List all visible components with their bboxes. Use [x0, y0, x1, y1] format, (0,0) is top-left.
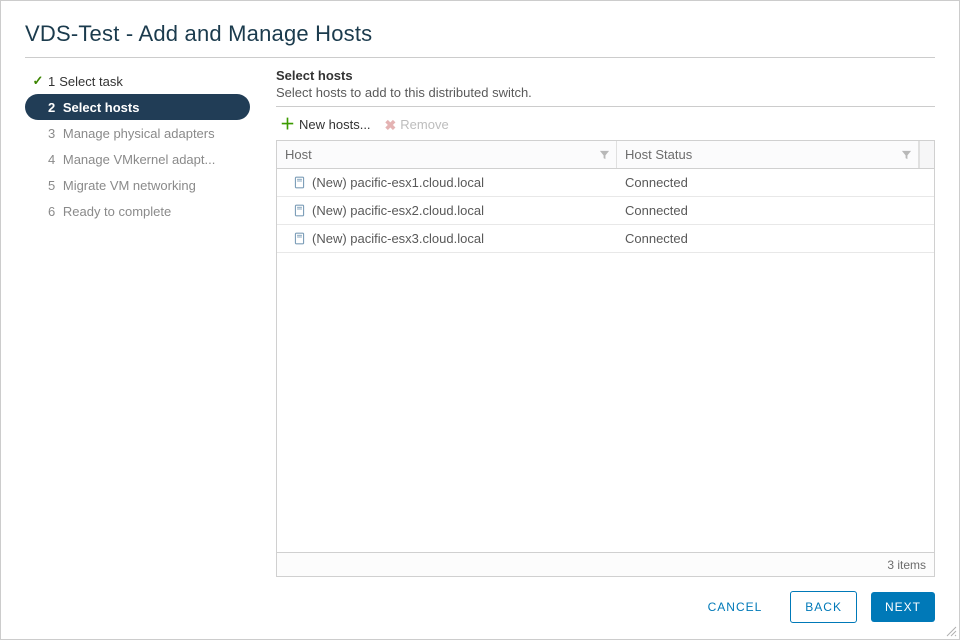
column-label: Host Status	[625, 147, 692, 162]
filter-icon[interactable]	[599, 149, 610, 160]
dialog-content: ✓ 1 Select task 2 Select hosts 3 Manage …	[25, 58, 935, 577]
step-number: 1	[48, 74, 55, 89]
table-row[interactable]: (New) pacific-esx2.cloud.local Connected	[277, 197, 934, 225]
step-migrate-vm-networking: 5 Migrate VM networking	[25, 172, 250, 198]
wizard-dialog: VDS-Test - Add and Manage Hosts ✓ 1 Sele…	[0, 0, 960, 640]
status-cell: Connected	[617, 231, 934, 246]
remove-button: ✖ Remove	[385, 117, 449, 132]
step-label: Select task	[59, 74, 123, 89]
step-label: Select hosts	[63, 100, 140, 115]
host-name: (New) pacific-esx2.cloud.local	[312, 203, 484, 218]
host-name: (New) pacific-esx3.cloud.local	[312, 231, 484, 246]
table-row[interactable]: (New) pacific-esx3.cloud.local Connected	[277, 225, 934, 253]
host-cell: (New) pacific-esx1.cloud.local	[277, 175, 617, 190]
new-hosts-label: New hosts...	[299, 117, 371, 132]
step-label: Ready to complete	[63, 204, 171, 219]
resize-handle-icon[interactable]	[946, 626, 957, 637]
step-ready-to-complete: 6 Ready to complete	[25, 198, 250, 224]
next-button[interactable]: NEXT	[871, 592, 935, 622]
host-cell: (New) pacific-esx2.cloud.local	[277, 203, 617, 218]
step-select-task[interactable]: ✓ 1 Select task	[25, 68, 250, 94]
status-cell: Connected	[617, 203, 934, 218]
grid-header: Host Host Status	[277, 141, 934, 169]
section-subtitle: Select hosts to add to this distributed …	[276, 85, 935, 100]
items-count: 3 items	[887, 558, 926, 572]
remove-icon: ✖	[385, 118, 397, 132]
step-manage-physical-adapters: 3 Manage physical adapters	[25, 120, 250, 146]
remove-label: Remove	[400, 117, 448, 132]
new-hosts-button[interactable]: ＋ New hosts...	[280, 117, 371, 132]
column-header-host[interactable]: Host	[277, 141, 617, 168]
step-select-hosts[interactable]: 2 Select hosts	[25, 94, 250, 120]
step-label: Manage physical adapters	[63, 126, 215, 141]
dialog-title: VDS-Test - Add and Manage Hosts	[25, 21, 935, 58]
host-icon	[293, 204, 306, 217]
back-button[interactable]: BACK	[790, 591, 857, 623]
step-number: 5	[48, 178, 55, 193]
scrollbar-gutter	[919, 141, 934, 168]
grid-footer: 3 items	[277, 552, 934, 576]
main-panel: Select hosts Select hosts to add to this…	[250, 58, 935, 577]
plus-icon: ＋	[280, 117, 295, 132]
host-icon	[293, 232, 306, 245]
table-row[interactable]: (New) pacific-esx1.cloud.local Connected	[277, 169, 934, 197]
step-label: Manage VMkernel adapt...	[63, 152, 215, 167]
step-manage-vmkernel-adapters: 4 Manage VMkernel adapt...	[25, 146, 250, 172]
column-label: Host	[285, 147, 312, 162]
filter-icon[interactable]	[901, 149, 912, 160]
dialog-footer: CANCEL BACK NEXT	[25, 577, 935, 623]
step-number: 3	[48, 126, 55, 141]
wizard-steps-sidebar: ✓ 1 Select task 2 Select hosts 3 Manage …	[25, 58, 250, 577]
step-number: 2	[48, 100, 55, 115]
section-title: Select hosts	[276, 68, 935, 83]
status-cell: Connected	[617, 175, 934, 190]
step-label: Migrate VM networking	[63, 178, 196, 193]
column-header-status[interactable]: Host Status	[617, 141, 919, 168]
checkmark-icon: ✓	[31, 73, 45, 89]
cancel-button[interactable]: CANCEL	[694, 592, 777, 622]
host-name: (New) pacific-esx1.cloud.local	[312, 175, 484, 190]
grid-body: (New) pacific-esx1.cloud.local Connected…	[277, 169, 934, 552]
step-number: 6	[48, 204, 55, 219]
host-icon	[293, 176, 306, 189]
step-number: 4	[48, 152, 55, 167]
hosts-grid: Host Host Status	[276, 140, 935, 577]
host-cell: (New) pacific-esx3.cloud.local	[277, 231, 617, 246]
grid-toolbar: ＋ New hosts... ✖ Remove	[276, 107, 935, 140]
